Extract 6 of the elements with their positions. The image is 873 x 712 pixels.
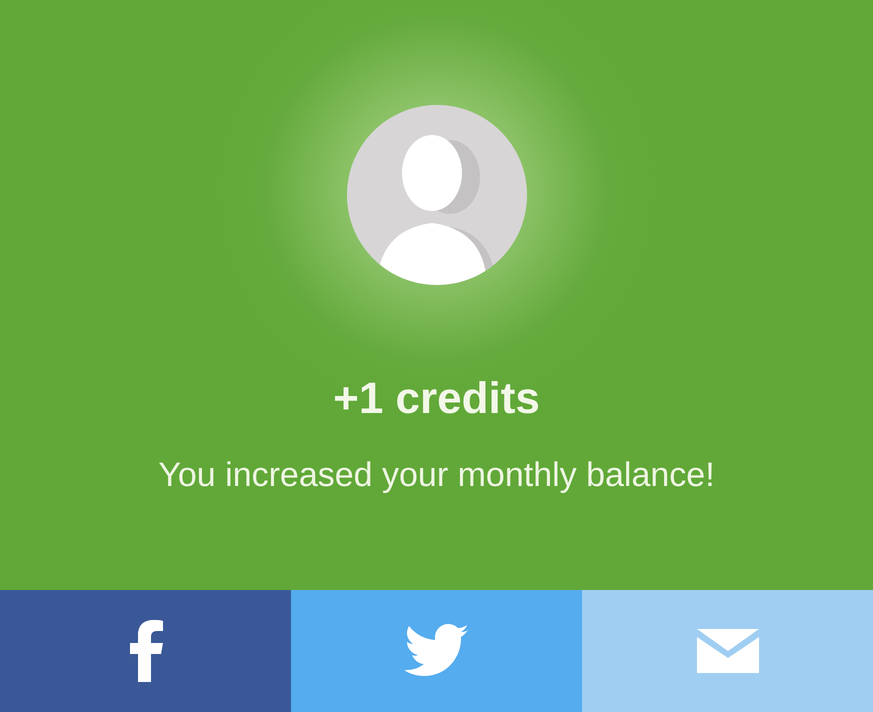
envelope-icon (696, 629, 758, 673)
bird-icon (404, 624, 468, 678)
share-button[interactable] (0, 590, 291, 712)
credits-title: +1 credits (333, 375, 540, 424)
balance-message: You increased your monthly balance! (158, 457, 715, 495)
letter-f-icon (128, 620, 164, 682)
